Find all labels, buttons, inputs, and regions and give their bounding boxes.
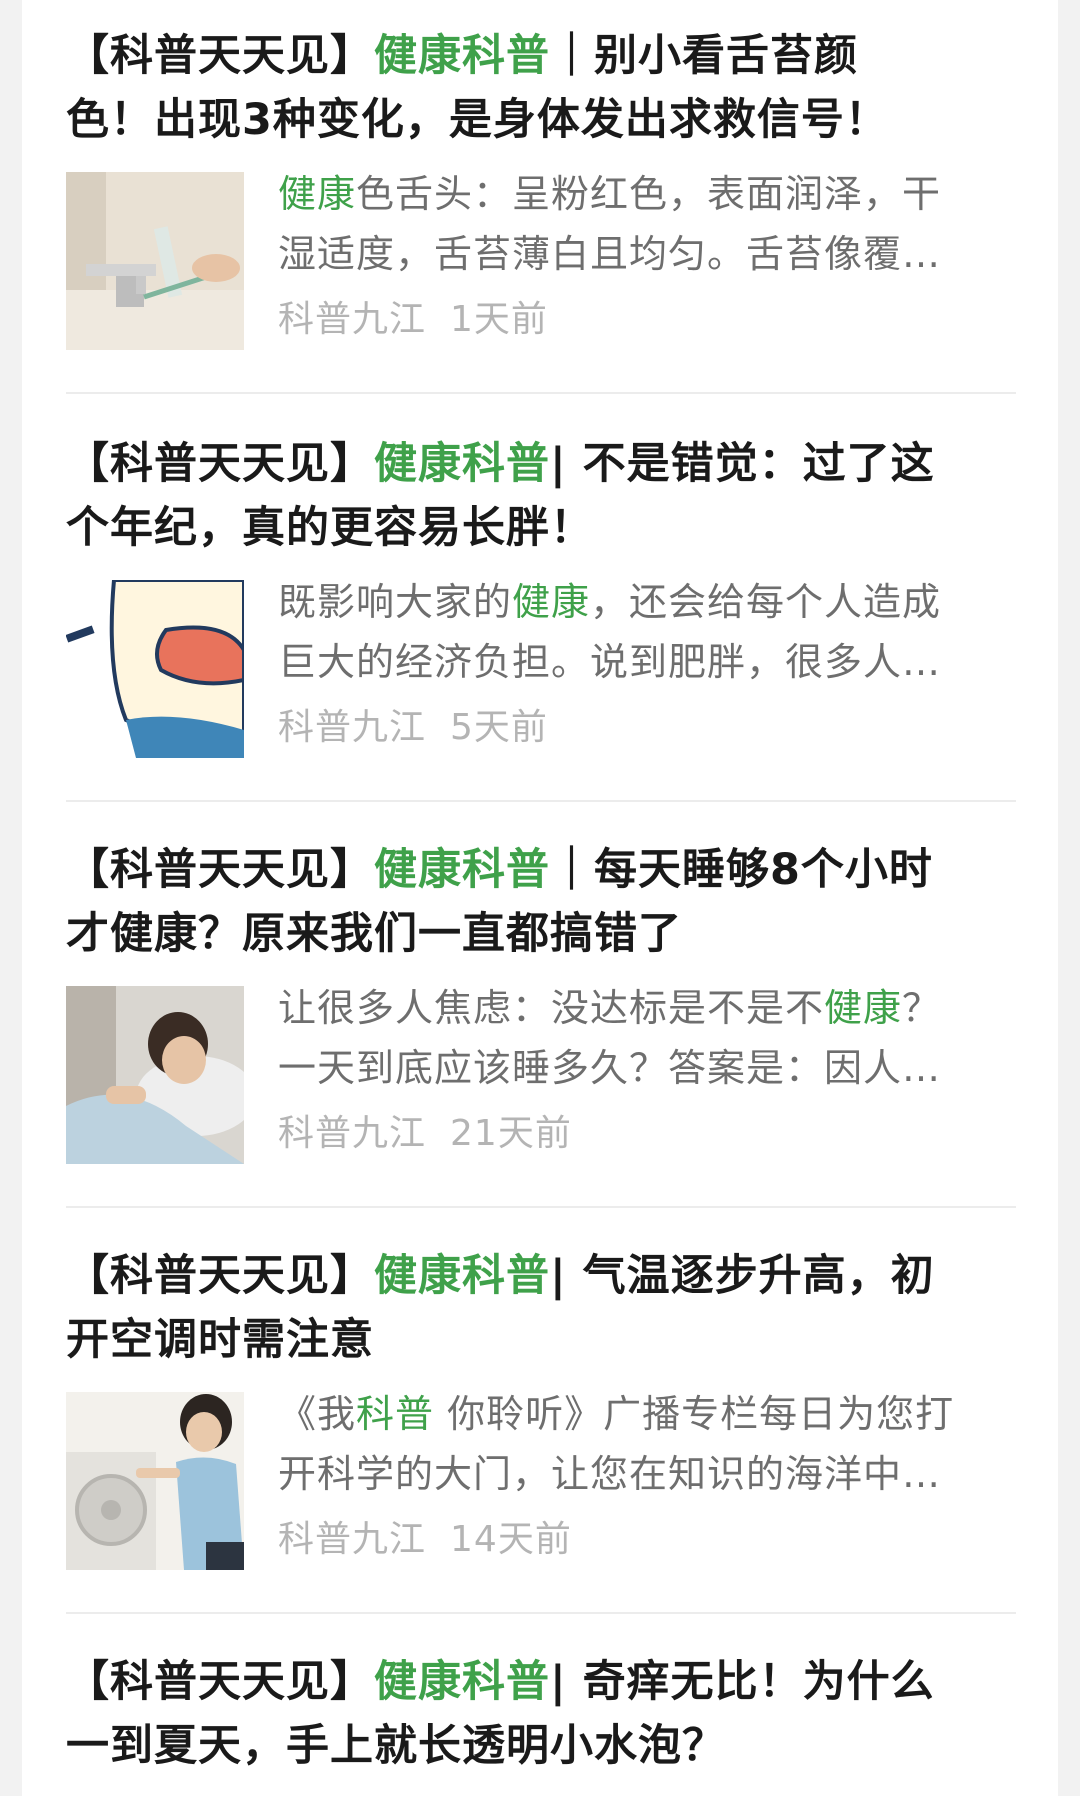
title-prefix: 【科普天天见】 [66,1251,374,1301]
title-tag: 健康科普 [374,845,550,895]
title-rest: ｜别小看舌苔颜 [550,31,858,81]
article-summary: 健康色舌头：呈粉红色，表面润泽，干 湿适度，舌苔薄白且均匀。舌苔像覆… [278,164,1018,284]
article-title[interactable]: 【科普天天见】健康科普| 奇痒无比！为什么 一到夏天，手上就长透明小水泡？ [66,1650,1016,1778]
divider [66,392,1016,394]
divider [66,1612,1016,1614]
article-meta: 科普九江 5天前 [278,704,548,752]
article-thumbnail[interactable] [66,172,244,350]
article-item[interactable]: 【科普天天见】健康科普｜别小看舌苔颜 色！出现3种变化，是身体发出求救信号！ 健… [66,24,1016,350]
cartoon-character-illustration-icon [66,580,244,758]
summary-text: 巨大的经济负担。说到肥胖，很多人… [278,640,942,684]
title-rest: | 气温逐步升高，初 [550,1251,935,1301]
title-rest: | 不是错觉：过了这 [550,439,935,489]
summary-text: 既影响大家的 [278,580,513,624]
title-tag: 健康科普 [374,439,550,489]
title-rest: ｜每天睡够8个小时 [550,845,933,895]
summary-highlight: 健康 [512,580,591,624]
article-time: 1天前 [450,299,548,340]
article-time: 14天前 [450,1519,572,1560]
title-tag: 健康科普 [374,31,550,81]
summary-highlight: 健康 [824,986,903,1030]
article-thumbnail[interactable] [66,580,244,758]
title-prefix: 【科普天天见】 [66,845,374,895]
air-conditioner-cleaning-photo-icon [66,1392,244,1570]
article-thumbnail[interactable] [66,986,244,1164]
summary-text: 你聆听》广播专栏每日为您打 [434,1392,955,1436]
article-meta: 科普九江 21天前 [278,1110,572,1158]
title-line2: 个年纪，真的更容易长胖！ [66,503,594,553]
article-title[interactable]: 【科普天天见】健康科普｜别小看舌苔颜 色！出现3种变化，是身体发出求救信号！ [66,24,1016,152]
summary-text: ，还会给每个人造成 [590,580,942,624]
article-source: 科普九江 [278,707,427,748]
summary-text: 湿适度，舌苔薄白且均匀。舌苔像覆… [278,232,942,276]
article-title[interactable]: 【科普天天见】健康科普｜每天睡够8个小时 才健康？原来我们一直都搞错了 [66,838,1016,966]
article-time: 21天前 [450,1113,572,1154]
article-item[interactable]: 【科普天天见】健康科普｜每天睡够8个小时 才健康？原来我们一直都搞错了 让很多人… [66,838,1016,1164]
article-title[interactable]: 【科普天天见】健康科普| 气温逐步升高，初 开空调时需注意 [66,1244,1016,1372]
article-source: 科普九江 [278,1519,427,1560]
summary-text: 让很多人焦虑：没达标是不是不 [278,986,825,1030]
title-rest: | 奇痒无比！为什么 [550,1657,935,1707]
summary-text: 开科学的大门，让您在知识的海洋中… [278,1452,942,1496]
title-tag: 健康科普 [374,1657,550,1707]
sleeping-person-photo-icon [66,986,244,1164]
article-item[interactable]: 【科普天天见】健康科普| 气温逐步升高，初 开空调时需注意 《我科普 你聆听》广… [66,1244,1016,1570]
title-line2: 开空调时需注意 [66,1315,374,1365]
article-meta: 科普九江 1天前 [278,296,548,344]
title-line2: 色！出现3种变化，是身体发出求救信号！ [66,95,889,145]
article-source: 科普九江 [278,1113,427,1154]
article-summary: 既影响大家的健康，还会给每个人造成 巨大的经济负担。说到肥胖，很多人… [278,572,1018,692]
article-list-page: 【科普天天见】健康科普｜别小看舌苔颜 色！出现3种变化，是身体发出求救信号！ 健… [22,0,1058,1796]
summary-text: ？ [902,986,942,1030]
article-item[interactable]: 【科普天天见】健康科普| 奇痒无比！为什么 一到夏天，手上就长透明小水泡？ [66,1650,1016,1778]
article-source: 科普九江 [278,299,427,340]
divider [66,800,1016,802]
toothbrush-faucet-photo-icon [66,172,244,350]
article-meta: 科普九江 14天前 [278,1516,572,1564]
summary-text: 色舌头：呈粉红色，表面润泽，干 [356,172,942,216]
article-item[interactable]: 【科普天天见】健康科普| 不是错觉：过了这 个年纪，真的更容易长胖！ 既影响大家… [66,432,1016,758]
article-thumbnail[interactable] [66,1392,244,1570]
divider [66,1206,1016,1208]
title-line2: 一到夏天，手上就长透明小水泡？ [66,1721,726,1771]
title-prefix: 【科普天天见】 [66,439,374,489]
article-title[interactable]: 【科普天天见】健康科普| 不是错觉：过了这 个年纪，真的更容易长胖！ [66,432,1016,560]
article-time: 5天前 [450,707,548,748]
title-prefix: 【科普天天见】 [66,31,374,81]
summary-highlight: 健康 [278,172,357,216]
title-tag: 健康科普 [374,1251,550,1301]
summary-text: 《我 [278,1392,357,1436]
summary-text: 一天到底应该睡多久？答案是：因人… [278,1046,942,1090]
article-summary: 让很多人焦虑：没达标是不是不健康？ 一天到底应该睡多久？答案是：因人… [278,978,1018,1098]
title-line2: 才健康？原来我们一直都搞错了 [66,909,682,959]
summary-highlight: 科普 [356,1392,435,1436]
article-summary: 《我科普 你聆听》广播专栏每日为您打 开科学的大门，让您在知识的海洋中… [278,1384,1018,1504]
title-prefix: 【科普天天见】 [66,1657,374,1707]
